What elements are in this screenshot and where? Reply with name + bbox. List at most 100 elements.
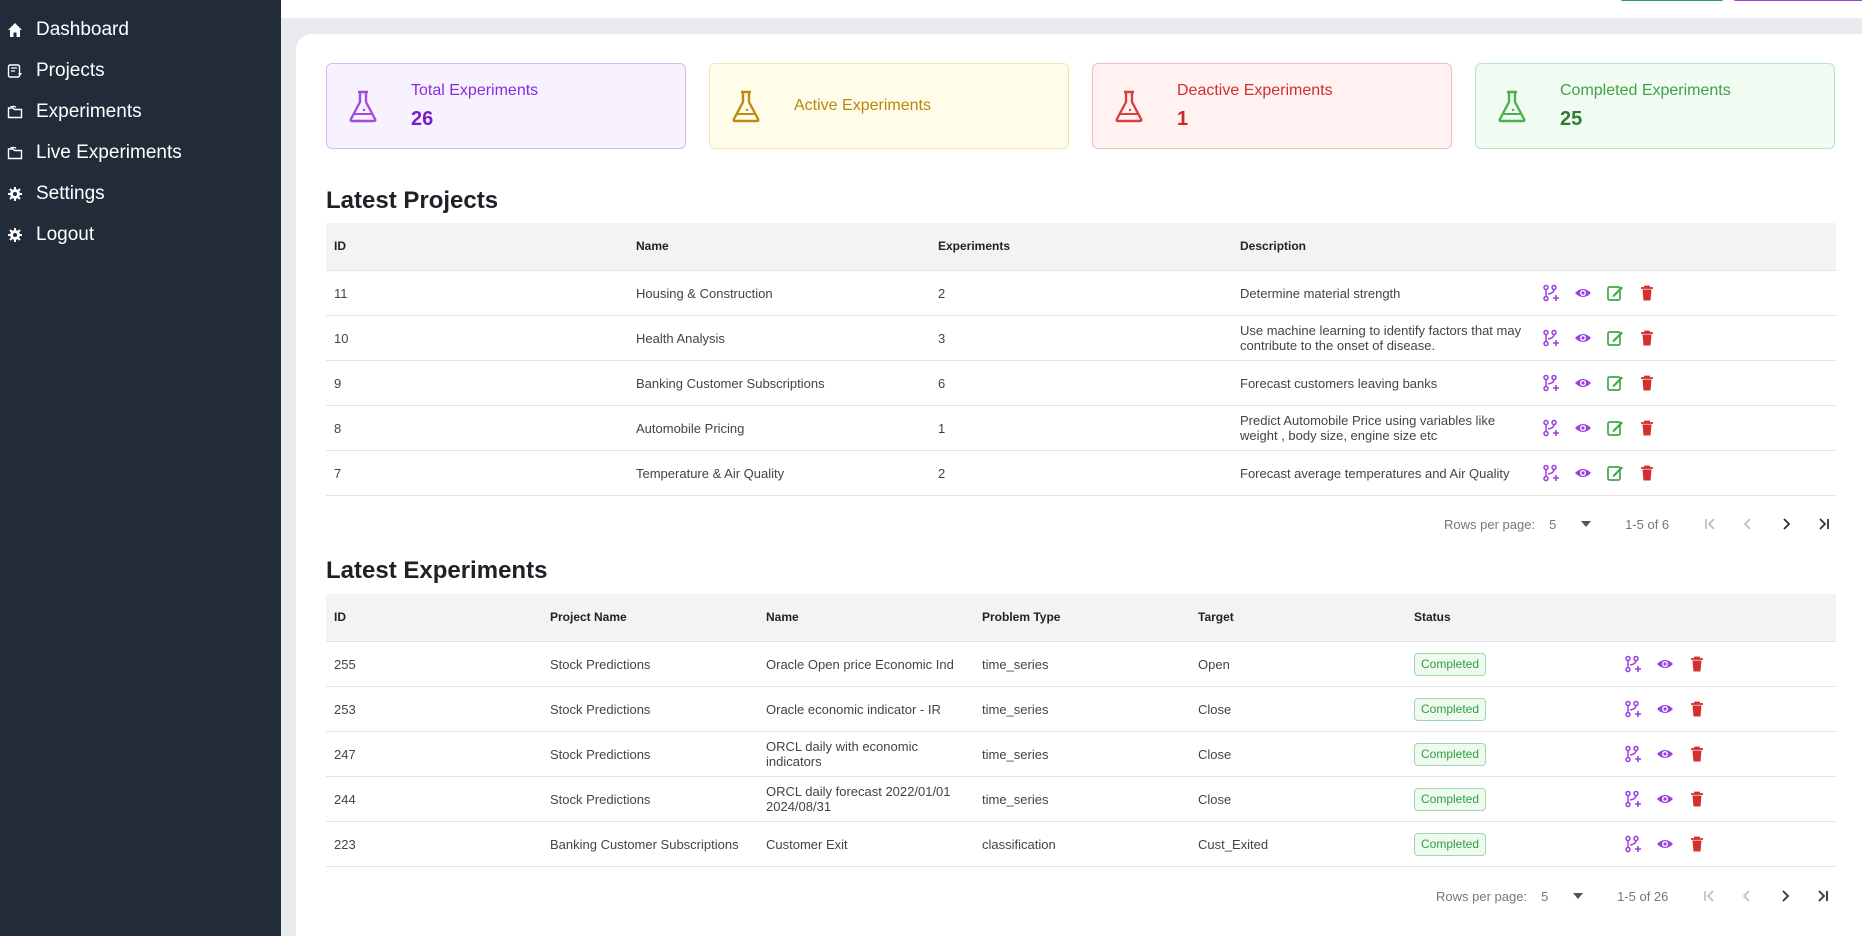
trash-icon bbox=[1691, 836, 1703, 852]
table-row[interactable]: 255 Stock Predictions Oracle Open price Ec… bbox=[326, 642, 1836, 687]
table-row[interactable]: 10 Health Analysis 3 Use machine learning t… bbox=[326, 316, 1836, 361]
view-button[interactable] bbox=[1572, 327, 1594, 349]
edit-button[interactable] bbox=[1604, 417, 1626, 439]
last-page-button[interactable] bbox=[1815, 888, 1831, 904]
git-branch-plus-icon bbox=[1543, 284, 1559, 302]
top-action-button[interactable] bbox=[1732, 0, 1862, 1]
first-page-button[interactable] bbox=[1701, 888, 1717, 904]
column-header[interactable]: ID bbox=[326, 610, 542, 625]
column-header[interactable]: Name bbox=[758, 610, 974, 625]
add-experiment-button[interactable] bbox=[1540, 372, 1562, 394]
view-button[interactable] bbox=[1654, 743, 1676, 765]
table-row[interactable]: 7 Temperature & Air Quality 2 Forecast aver… bbox=[326, 451, 1836, 496]
sidebar-item-experiments[interactable]: Experiments bbox=[0, 91, 281, 132]
delete-button[interactable] bbox=[1686, 743, 1708, 765]
add-experiment-button[interactable] bbox=[1622, 833, 1644, 855]
edit-button[interactable] bbox=[1604, 327, 1626, 349]
table-row[interactable]: 9 Banking Customer Subscriptions 6 Forecast… bbox=[326, 361, 1836, 406]
next-page-button[interactable] bbox=[1777, 888, 1793, 904]
add-experiment-button[interactable] bbox=[1622, 698, 1644, 720]
experiment-id: 253 bbox=[334, 701, 356, 717]
first-page-icon bbox=[1705, 518, 1715, 530]
project-description: Use machine learning to identify factors… bbox=[1240, 323, 1522, 353]
prev-page-button[interactable] bbox=[1740, 516, 1756, 532]
view-button[interactable] bbox=[1572, 417, 1594, 439]
column-header[interactable]: Target bbox=[1190, 610, 1406, 625]
column-header[interactable]: Status bbox=[1406, 610, 1622, 625]
add-experiment-button[interactable] bbox=[1622, 743, 1644, 765]
table-row[interactable]: 8 Automobile Pricing 1 Predict Automobile P… bbox=[326, 406, 1836, 451]
sidebar-item-logout[interactable]: Logout bbox=[0, 214, 281, 255]
rows-per-page-select[interactable]: 5 bbox=[1549, 517, 1592, 532]
top-action-button[interactable] bbox=[1619, 0, 1725, 1]
rows-per-page-select[interactable]: 5 bbox=[1541, 889, 1584, 904]
column-header[interactable]: ID bbox=[326, 239, 628, 254]
status-badge: Completed bbox=[1414, 787, 1487, 811]
edit-button[interactable] bbox=[1604, 282, 1626, 304]
delete-button[interactable] bbox=[1686, 788, 1708, 810]
column-header[interactable]: Problem Type bbox=[974, 610, 1190, 625]
delete-button[interactable] bbox=[1636, 462, 1658, 484]
view-button[interactable] bbox=[1572, 282, 1594, 304]
delete-button[interactable] bbox=[1686, 653, 1708, 675]
prev-page-button[interactable] bbox=[1739, 888, 1755, 904]
experiment-name: ORCL daily forecast 2022/01/01 2024/08/3… bbox=[766, 784, 951, 814]
experiment-target: Cust_Exited bbox=[1198, 836, 1269, 852]
column-header[interactable]: Name bbox=[628, 239, 930, 254]
experiment-project-name: Stock Predictions bbox=[550, 656, 651, 672]
gear-icon bbox=[6, 185, 24, 203]
table-row[interactable]: 247 Stock Predictions ORCL daily with econ… bbox=[326, 732, 1836, 777]
add-experiment-button[interactable] bbox=[1540, 417, 1562, 439]
add-experiment-button[interactable] bbox=[1540, 282, 1562, 304]
first-page-button[interactable] bbox=[1702, 516, 1718, 532]
view-button[interactable] bbox=[1654, 653, 1676, 675]
sidebar-item-projects[interactable]: Projects bbox=[0, 50, 281, 91]
view-button[interactable] bbox=[1654, 833, 1676, 855]
column-header[interactable]: Project Name bbox=[542, 610, 758, 625]
column-header[interactable]: Experiments bbox=[930, 239, 1232, 254]
view-button[interactable] bbox=[1654, 698, 1676, 720]
status-badge: Completed bbox=[1414, 742, 1487, 766]
edit-button[interactable] bbox=[1604, 462, 1626, 484]
delete-button[interactable] bbox=[1636, 417, 1658, 439]
stat-title: Total Experiments bbox=[411, 81, 539, 99]
add-experiment-button[interactable] bbox=[1622, 788, 1644, 810]
eye-icon bbox=[1657, 705, 1673, 713]
project-id: 7 bbox=[334, 465, 342, 481]
sidebar-item-label: Projects bbox=[36, 59, 105, 81]
sidebar-item-settings[interactable]: Settings bbox=[0, 173, 281, 214]
git-branch-plus-icon bbox=[1543, 374, 1559, 392]
last-page-button[interactable] bbox=[1816, 516, 1832, 532]
stat-card-total: Total Experiments 26 bbox=[326, 63, 686, 149]
delete-button[interactable] bbox=[1686, 833, 1708, 855]
view-button[interactable] bbox=[1572, 462, 1594, 484]
row-actions bbox=[1622, 698, 1708, 720]
add-experiment-button[interactable] bbox=[1622, 653, 1644, 675]
sidebar-item-dashboard[interactable]: Dashboard bbox=[0, 9, 281, 50]
project-description: Forecast customers leaving banks bbox=[1240, 375, 1438, 391]
experiment-name: Customer Exit bbox=[766, 836, 848, 852]
trash-icon bbox=[1691, 746, 1703, 762]
next-page-button[interactable] bbox=[1778, 516, 1794, 532]
view-button[interactable] bbox=[1654, 788, 1676, 810]
experiment-problem-type: time_series bbox=[982, 701, 1049, 717]
delete-button[interactable] bbox=[1636, 327, 1658, 349]
delete-button[interactable] bbox=[1686, 698, 1708, 720]
column-header[interactable]: Description bbox=[1232, 239, 1532, 254]
table-row[interactable]: 244 Stock Predictions ORCL daily forecast … bbox=[326, 777, 1836, 822]
stat-card-completed: Completed Experiments 25 bbox=[1475, 63, 1835, 149]
delete-button[interactable] bbox=[1636, 372, 1658, 394]
sidebar-item-live-experiments[interactable]: Live Experiments bbox=[0, 132, 281, 173]
last-page-icon bbox=[1819, 518, 1830, 530]
add-experiment-button[interactable] bbox=[1540, 462, 1562, 484]
table-row[interactable]: 253 Stock Predictions Oracle economic indi… bbox=[326, 687, 1836, 732]
delete-button[interactable] bbox=[1636, 282, 1658, 304]
caret-down-icon bbox=[1581, 521, 1592, 527]
view-button[interactable] bbox=[1572, 372, 1594, 394]
add-experiment-button[interactable] bbox=[1540, 327, 1562, 349]
eye-icon bbox=[1575, 469, 1591, 477]
table-row[interactable]: 11 Housing & Construction 2 Determine mater… bbox=[326, 271, 1836, 316]
status-cell: Completed bbox=[1406, 787, 1622, 811]
table-row[interactable]: 223 Banking Customer Subscriptions Custome… bbox=[326, 822, 1836, 867]
edit-button[interactable] bbox=[1604, 372, 1626, 394]
